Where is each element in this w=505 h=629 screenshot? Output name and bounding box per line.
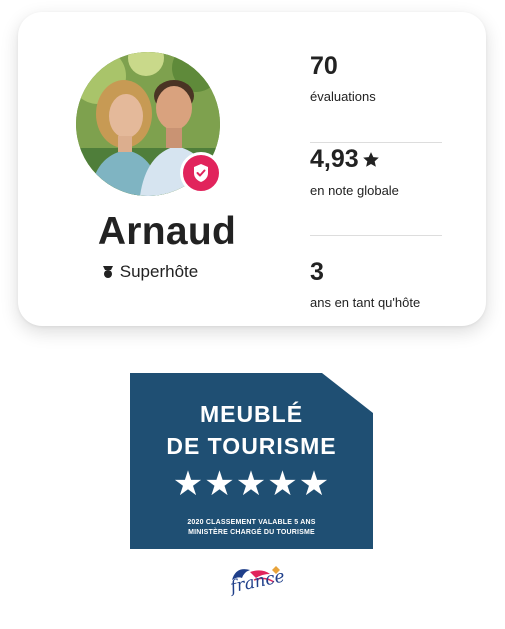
meuble-de-tourisme-badge: MEUBLÉ DE TOURISME ★★★★★ 2020 CLASSEMENT… [130,373,373,549]
avatar-container [76,52,222,196]
host-profile-card[interactable]: Arnaud Superhôte 70 évaluations 4,93 en … [18,12,486,326]
verified-shield-icon [180,152,222,194]
badge-fine-print-1: 2020 CLASSEMENT VALABLE 5 ANS [187,519,316,526]
host-name: Arnaud [97,210,237,253]
host-stats: 70 évaluations 4,93 en note globale 3 an… [310,50,442,328]
superhost-label: Superhôte [119,262,199,281]
rating-label: en note globale [310,183,399,198]
reviews-count: 70 [310,52,338,80]
superhost-badge: Superhôte [54,262,246,282]
badge-fine-print-2: MINISTÈRE CHARGÉ DU TOURISME [188,529,315,536]
badge-title-line1: MEUBLÉ [199,401,304,427]
stat-rating: 4,93 en note globale [310,142,442,235]
reviews-label: évaluations [310,89,376,104]
stat-reviews: 70 évaluations [310,50,442,142]
host-identity: Arnaud Superhôte [54,52,280,292]
badge-star-rating: ★★★★★ [172,465,331,503]
years-label: ans en tant qu'hôte [310,295,421,310]
badge-title-line2: DE TOURISME [166,433,337,459]
france-logo: france [218,560,290,604]
years-value: 3 [310,258,324,286]
star-icon [362,151,379,167]
rating-value: 4,93 [310,145,380,174]
superhost-medal-icon [102,266,113,278]
stat-years-hosting: 3 ans en tant qu'hôte [310,235,442,328]
